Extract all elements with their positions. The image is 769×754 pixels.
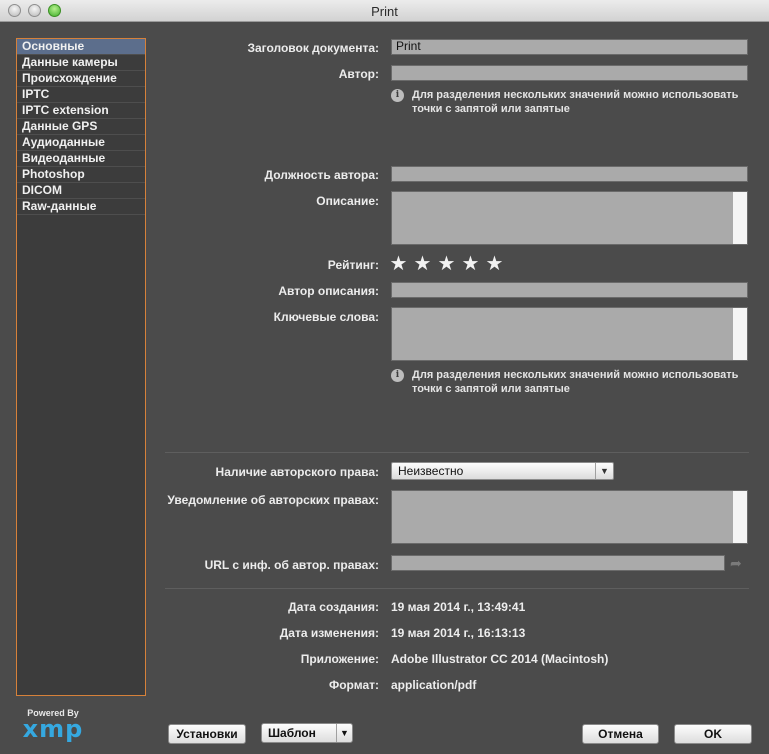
keywords-label: Ключевые слова: (273, 310, 379, 324)
chevron-down-icon: ▼ (595, 463, 613, 479)
doc-title-field[interactable]: Print (391, 39, 748, 55)
description-writer-field[interactable] (391, 282, 748, 298)
keywords-hint: i Для разделения нескольких значений мож… (391, 368, 752, 396)
star-icon[interactable]: ★ (413, 254, 432, 274)
modified-label: Дата изменения: (279, 626, 379, 640)
sidebar-item-audio-data[interactable]: Аудиоданные (17, 135, 145, 151)
sidebar-item-iptc-extension[interactable]: IPTC extension (17, 103, 145, 119)
author-title-label: Должность автора: (264, 168, 379, 182)
divider (165, 588, 749, 589)
arrow-icon[interactable]: ➦ (730, 555, 742, 572)
author-title-field[interactable] (391, 166, 748, 182)
xmp-logo-text: xmp (22, 715, 84, 743)
title-bar: Print (0, 0, 769, 22)
template-button[interactable]: Шаблон ▼ (261, 723, 353, 743)
copyright-notice-label: Уведомление об авторских правах: (167, 493, 379, 507)
author-hint: i Для разделения нескольких значений мож… (391, 88, 752, 116)
description-textarea[interactable] (391, 191, 748, 245)
star-icon[interactable]: ★ (437, 254, 456, 274)
copyright-url-label: URL с инф. об автор. правах: (204, 558, 379, 572)
format-value: application/pdf (391, 678, 477, 692)
format-label: Формат: (328, 678, 379, 692)
xmp-logo: Powered By xmp (18, 708, 88, 743)
copyright-url-field[interactable] (391, 555, 725, 571)
doc-title-label: Заголовок документа: (247, 41, 379, 55)
keywords-hint-text: Для разделения нескольких значений можно… (412, 369, 739, 395)
author-hint-text: Для разделения нескольких значений можно… (412, 89, 739, 115)
rating-label: Рейтинг: (327, 258, 379, 272)
description-label: Описание: (316, 194, 379, 208)
copyright-status-select[interactable]: Неизвестно ▼ (391, 462, 614, 480)
author-field[interactable] (391, 65, 748, 81)
sidebar-item-dicom[interactable]: DICOM (17, 183, 145, 199)
sidebar-item-video-data[interactable]: Видеоданные (17, 151, 145, 167)
application-label: Приложение: (300, 652, 379, 666)
chevron-down-icon: ▼ (336, 724, 352, 742)
ok-button[interactable]: OK (674, 724, 752, 744)
author-label: Автор: (338, 67, 379, 81)
description-writer-label: Автор описания: (278, 284, 379, 298)
copyright-notice-textarea[interactable] (391, 490, 748, 544)
setup-button[interactable]: Установки (168, 724, 246, 744)
window-title: Print (371, 4, 398, 19)
info-icon: i (391, 369, 404, 382)
divider (165, 452, 749, 453)
star-icon[interactable]: ★ (485, 254, 504, 274)
created-value: 19 мая 2014 г., 13:49:41 (391, 600, 526, 614)
star-icon[interactable]: ★ (461, 254, 480, 274)
cancel-button[interactable]: Отмена (582, 724, 659, 744)
rating-stars[interactable]: ★ ★ ★ ★ ★ (389, 254, 504, 274)
sidebar-item-iptc[interactable]: IPTC (17, 87, 145, 103)
keywords-textarea[interactable] (391, 307, 748, 361)
application-value: Adobe Illustrator CC 2014 (Macintosh) (391, 652, 609, 666)
copyright-status-value: Неизвестно (398, 464, 464, 478)
info-icon: i (391, 89, 404, 102)
sidebar-item-origin[interactable]: Происхождение (17, 71, 145, 87)
sidebar-item-camera-data[interactable]: Данные камеры (17, 55, 145, 71)
sidebar-item-gps-data[interactable]: Данные GPS (17, 119, 145, 135)
sidebar-item-raw-data[interactable]: Raw-данные (17, 199, 145, 215)
star-icon[interactable]: ★ (389, 254, 408, 274)
template-button-label: Шаблон (268, 726, 316, 740)
copyright-status-label: Наличие авторского права: (215, 465, 379, 479)
created-label: Дата создания: (288, 600, 379, 614)
sidebar-item-basic[interactable]: Основные (17, 39, 145, 55)
sidebar-item-photoshop[interactable]: Photoshop (17, 167, 145, 183)
modified-value: 19 мая 2014 г., 16:13:13 (391, 626, 526, 640)
category-sidebar: Основные Данные камеры Происхождение IPT… (16, 38, 146, 696)
